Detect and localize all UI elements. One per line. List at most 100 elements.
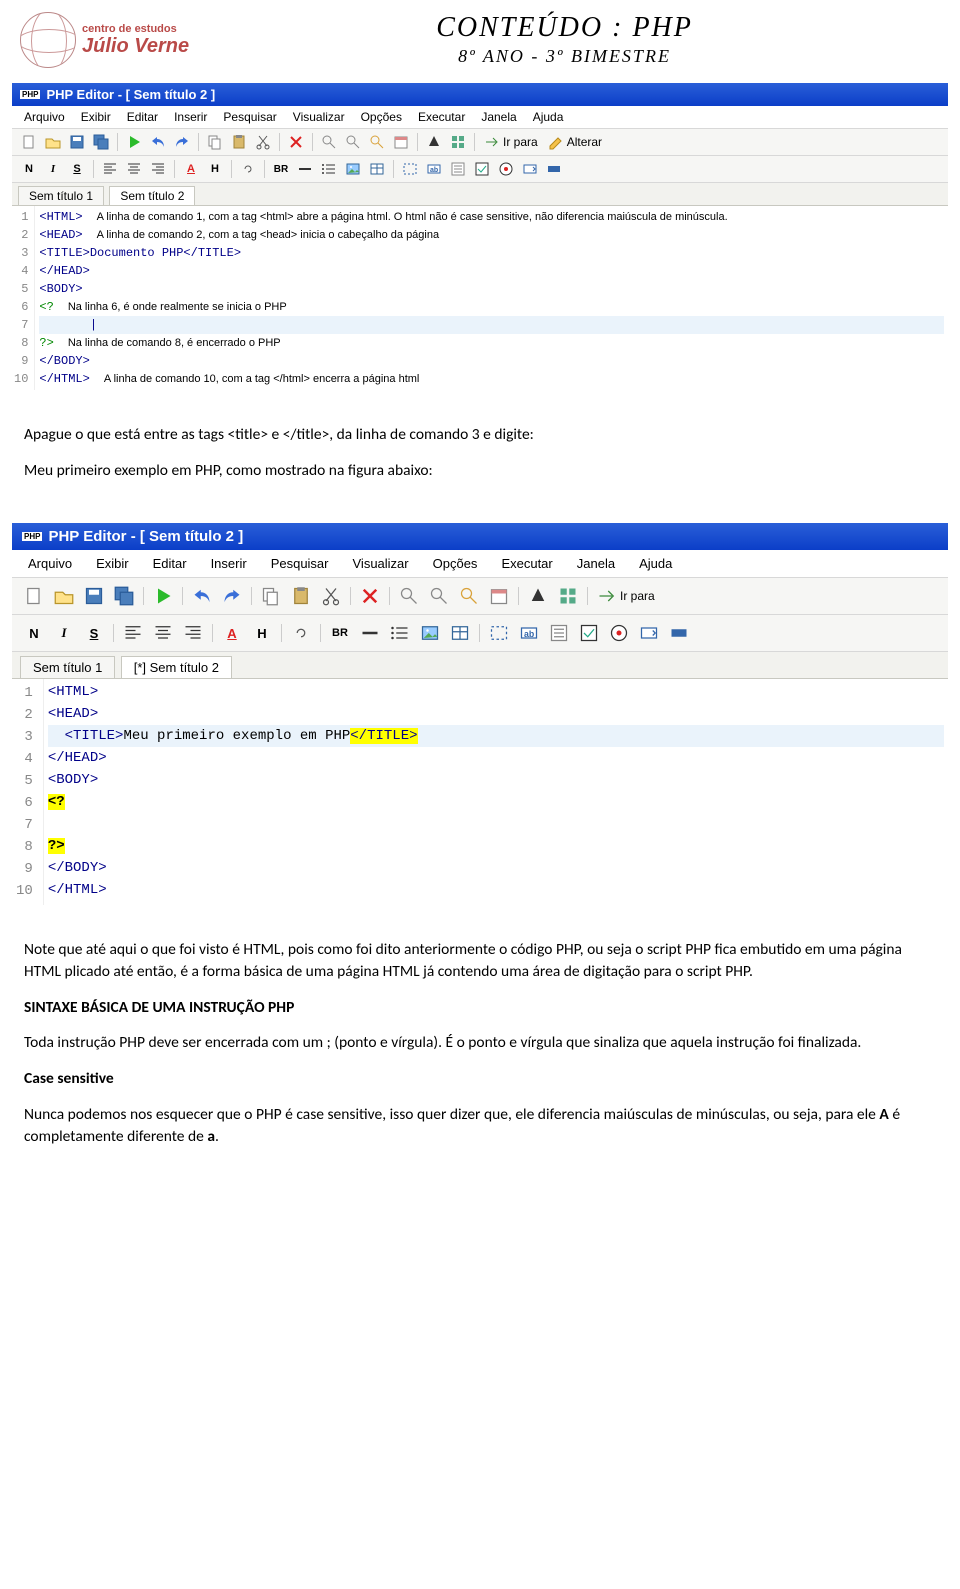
calendar-icon[interactable] xyxy=(486,583,512,609)
alterar-button[interactable]: Alterar xyxy=(544,134,606,150)
menu-editar[interactable]: Editar xyxy=(119,108,166,126)
image-icon[interactable] xyxy=(417,620,443,646)
menu-opções[interactable]: Opções xyxy=(353,108,410,126)
align-center-icon[interactable] xyxy=(150,620,176,646)
undo-icon[interactable] xyxy=(148,132,168,152)
hr-icon[interactable] xyxy=(357,620,383,646)
menu-pesquisar[interactable]: Pesquisar xyxy=(215,108,284,126)
menu-inserir[interactable]: Inserir xyxy=(166,108,215,126)
align-right-icon[interactable] xyxy=(148,159,168,179)
paste-icon[interactable] xyxy=(288,583,314,609)
ink-icon[interactable] xyxy=(525,583,551,609)
bold-button[interactable]: N xyxy=(21,620,47,646)
underline-button[interactable]: S xyxy=(81,620,107,646)
run-icon[interactable] xyxy=(124,132,144,152)
table-icon[interactable] xyxy=(367,159,387,179)
select-rect-icon[interactable] xyxy=(486,620,512,646)
br-button[interactable]: BR xyxy=(327,620,353,646)
delete-icon[interactable] xyxy=(357,583,383,609)
radio-icon[interactable] xyxy=(606,620,632,646)
open-file-icon[interactable] xyxy=(43,132,63,152)
select-rect-icon[interactable] xyxy=(400,159,420,179)
tab-sem-titulo-2[interactable]: [*] Sem título 2 xyxy=(121,656,232,678)
save-icon[interactable] xyxy=(81,583,107,609)
code-lines[interactable]: <HTML>A linha de comando 1, com a tag <h… xyxy=(35,206,948,390)
textbox-icon[interactable]: ab xyxy=(424,159,444,179)
checkbox-icon[interactable] xyxy=(472,159,492,179)
form-icon[interactable] xyxy=(448,159,468,179)
paste-icon[interactable] xyxy=(229,132,249,152)
link-icon[interactable] xyxy=(238,159,258,179)
menu-visualizar[interactable]: Visualizar xyxy=(341,552,421,575)
tab-sem-titulo-2[interactable]: Sem título 2 xyxy=(109,186,195,205)
menu-exibir[interactable]: Exibir xyxy=(84,552,141,575)
button-icon[interactable] xyxy=(666,620,692,646)
save-icon[interactable] xyxy=(67,132,87,152)
search-icon[interactable] xyxy=(367,132,387,152)
heading-button[interactable]: H xyxy=(205,159,225,179)
zoom-out-icon[interactable] xyxy=(426,583,452,609)
menu-ajuda[interactable]: Ajuda xyxy=(627,552,684,575)
bold-button[interactable]: N xyxy=(19,159,39,179)
open-file-icon[interactable] xyxy=(51,583,77,609)
form-icon[interactable] xyxy=(546,620,572,646)
font-color-button[interactable]: A xyxy=(181,159,201,179)
cut-icon[interactable] xyxy=(318,583,344,609)
menu-exibir[interactable]: Exibir xyxy=(73,108,119,126)
zoom-in-icon[interactable] xyxy=(396,583,422,609)
copy-icon[interactable] xyxy=(258,583,284,609)
ink-icon[interactable] xyxy=(424,132,444,152)
grid-icon[interactable] xyxy=(555,583,581,609)
align-center-icon[interactable] xyxy=(124,159,144,179)
list-icon[interactable] xyxy=(387,620,413,646)
align-left-icon[interactable] xyxy=(100,159,120,179)
copy-icon[interactable] xyxy=(205,132,225,152)
button-icon[interactable] xyxy=(544,159,564,179)
italic-button[interactable]: I xyxy=(43,159,63,179)
textbox-icon[interactable]: ab xyxy=(516,620,542,646)
new-file-icon[interactable] xyxy=(19,132,39,152)
hr-icon[interactable] xyxy=(295,159,315,179)
heading-button[interactable]: H xyxy=(249,620,275,646)
irpara-button[interactable]: Ir para xyxy=(480,134,542,150)
menu-executar[interactable]: Executar xyxy=(489,552,564,575)
irpara-button[interactable]: Ir para xyxy=(593,586,659,606)
tab-sem-titulo-1[interactable]: Sem título 1 xyxy=(20,656,115,678)
save-all-icon[interactable] xyxy=(111,583,137,609)
menu-inserir[interactable]: Inserir xyxy=(199,552,259,575)
radio-icon[interactable] xyxy=(496,159,516,179)
zoom-out-icon[interactable] xyxy=(343,132,363,152)
delete-icon[interactable] xyxy=(286,132,306,152)
menu-visualizar[interactable]: Visualizar xyxy=(285,108,353,126)
zoom-in-icon[interactable] xyxy=(319,132,339,152)
align-left-icon[interactable] xyxy=(120,620,146,646)
calendar-icon[interactable] xyxy=(391,132,411,152)
redo-icon[interactable] xyxy=(219,583,245,609)
menu-arquivo[interactable]: Arquivo xyxy=(16,108,73,126)
menu-pesquisar[interactable]: Pesquisar xyxy=(259,552,341,575)
menu-janela[interactable]: Janela xyxy=(473,108,524,126)
table-icon[interactable] xyxy=(447,620,473,646)
tab-sem-titulo-1[interactable]: Sem título 1 xyxy=(18,186,104,205)
underline-button[interactable]: S xyxy=(67,159,87,179)
cut-icon[interactable] xyxy=(253,132,273,152)
search-icon[interactable] xyxy=(456,583,482,609)
link-icon[interactable] xyxy=(288,620,314,646)
new-file-icon[interactable] xyxy=(21,583,47,609)
menu-executar[interactable]: Executar xyxy=(410,108,473,126)
image-icon[interactable] xyxy=(343,159,363,179)
combo-icon[interactable] xyxy=(636,620,662,646)
combo-icon[interactable] xyxy=(520,159,540,179)
redo-icon[interactable] xyxy=(172,132,192,152)
code-lines[interactable]: <HTML><HEAD> <TITLE>Meu primeiro exemplo… xyxy=(44,679,948,905)
checkbox-icon[interactable] xyxy=(576,620,602,646)
br-button[interactable]: BR xyxy=(271,159,291,179)
undo-icon[interactable] xyxy=(189,583,215,609)
font-color-button[interactable]: A xyxy=(219,620,245,646)
save-all-icon[interactable] xyxy=(91,132,111,152)
menu-ajuda[interactable]: Ajuda xyxy=(525,108,572,126)
menu-janela[interactable]: Janela xyxy=(565,552,627,575)
menu-opções[interactable]: Opções xyxy=(421,552,490,575)
list-icon[interactable] xyxy=(319,159,339,179)
align-right-icon[interactable] xyxy=(180,620,206,646)
